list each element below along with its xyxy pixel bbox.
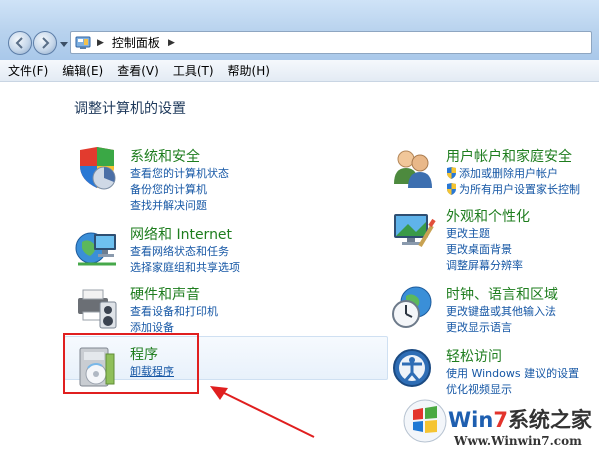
category-links: 查看网络状态和任务 选择家庭组和共享选项: [130, 244, 240, 276]
uac-shield-icon: [447, 183, 456, 195]
users-icon: [394, 150, 432, 188]
link-change-theme[interactable]: 更改主题: [446, 226, 523, 242]
brand-win: Win: [448, 408, 494, 432]
category-links: 更改键盘或其他输入法 更改显示语言: [446, 304, 556, 336]
network-globe-icon: [75, 232, 116, 266]
category-links: 添加或删除用户帐户 为所有用户设置家长控制: [446, 166, 580, 198]
menu-file[interactable]: 文件(F): [8, 62, 48, 79]
forward-button[interactable]: [33, 31, 57, 55]
link-change-display-language[interactable]: 更改显示语言: [446, 320, 556, 336]
clock-globe-icon: [392, 286, 432, 328]
category-links: 更改主题 更改桌面背景 调整屏幕分辨率: [446, 226, 523, 274]
watermark-url: Www.Winwin7.com: [454, 434, 582, 448]
page-title: 调整计算机的设置: [74, 101, 186, 117]
link-text[interactable]: 为所有用户设置家长控制: [459, 183, 580, 196]
annotation-highlight-box: [63, 333, 199, 394]
printer-speaker-icon: [78, 289, 117, 329]
monitor-brush-icon: [394, 214, 436, 248]
link-parental-controls[interactable]: 为所有用户设置家长控制: [446, 182, 580, 198]
brand-rest: 系统之家: [507, 408, 592, 432]
link-change-input-method[interactable]: 更改键盘或其他输入法: [446, 304, 556, 320]
link-backup-computer[interactable]: 备份您的计算机: [130, 182, 229, 198]
link-view-computer-status[interactable]: 查看您的计算机状态: [130, 166, 229, 182]
history-dropdown-icon[interactable]: [60, 40, 68, 48]
shield-chart-icon: [80, 147, 116, 190]
menu-help[interactable]: 帮助(H): [228, 62, 270, 79]
link-recommended-settings[interactable]: 使用 Windows 建议的设置: [446, 366, 579, 382]
breadcrumb-chevron-icon[interactable]: ▶: [168, 38, 175, 48]
category-title[interactable]: 时钟、语言和区域: [446, 284, 558, 304]
menu-edit[interactable]: 编辑(E): [62, 62, 103, 79]
menu-tools[interactable]: 工具(T): [173, 62, 214, 79]
control-panel-content: 调整计算机的设置 系统和安全 查看您的计算机状态 备份您的计算机 查找并解决问题: [0, 82, 599, 457]
arrow-right-icon: [42, 37, 50, 49]
category-title[interactable]: 网络和 Internet: [130, 224, 232, 244]
link-network-status[interactable]: 查看网络状态和任务: [130, 244, 240, 260]
link-text[interactable]: 添加或删除用户帐户: [459, 167, 558, 180]
brand-seven: 7: [493, 408, 508, 432]
uac-shield-icon: [447, 167, 456, 179]
breadcrumb-chevron-icon[interactable]: ▶: [97, 38, 104, 48]
watermark-logo: Win7系统之家 Www.Winwin7.com: [398, 394, 598, 456]
windows-orb-icon: [403, 399, 447, 443]
control-panel-icon: [75, 36, 91, 49]
category-title[interactable]: 外观和个性化: [446, 206, 530, 226]
annotation-arrow-icon: [210, 386, 315, 438]
link-change-desktop-background[interactable]: 更改桌面背景: [446, 242, 523, 258]
back-button[interactable]: [8, 31, 32, 55]
breadcrumb-control-panel[interactable]: 控制面板: [112, 34, 160, 51]
category-links: 查看您的计算机状态 备份您的计算机 查找并解决问题: [130, 166, 229, 214]
category-links: 查看设备和打印机 添加设备: [130, 304, 218, 336]
menu-view[interactable]: 查看(V): [117, 62, 159, 79]
ease-of-access-icon: [393, 349, 431, 387]
menu-bar: 文件(F) 编辑(E) 查看(V) 工具(T) 帮助(H): [0, 60, 599, 82]
watermark-brand: Win7系统之家: [448, 404, 592, 434]
arrow-left-icon: [15, 37, 23, 49]
link-adjust-resolution[interactable]: 调整屏幕分辨率: [446, 258, 523, 274]
category-title[interactable]: 硬件和声音: [130, 284, 200, 304]
link-add-remove-accounts[interactable]: 添加或删除用户帐户: [446, 166, 580, 182]
link-troubleshoot[interactable]: 查找并解决问题: [130, 198, 229, 214]
link-homegroup-sharing[interactable]: 选择家庭组和共享选项: [130, 260, 240, 276]
address-bar[interactable]: ▶ 控制面板 ▶: [70, 31, 592, 54]
category-title[interactable]: 系统和安全: [130, 146, 200, 166]
window-titlebar: ▶ 控制面板 ▶: [0, 0, 599, 60]
link-devices-printers[interactable]: 查看设备和打印机: [130, 304, 218, 320]
category-title[interactable]: 轻松访问: [446, 346, 502, 366]
category-title[interactable]: 用户帐户和家庭安全: [446, 146, 572, 166]
